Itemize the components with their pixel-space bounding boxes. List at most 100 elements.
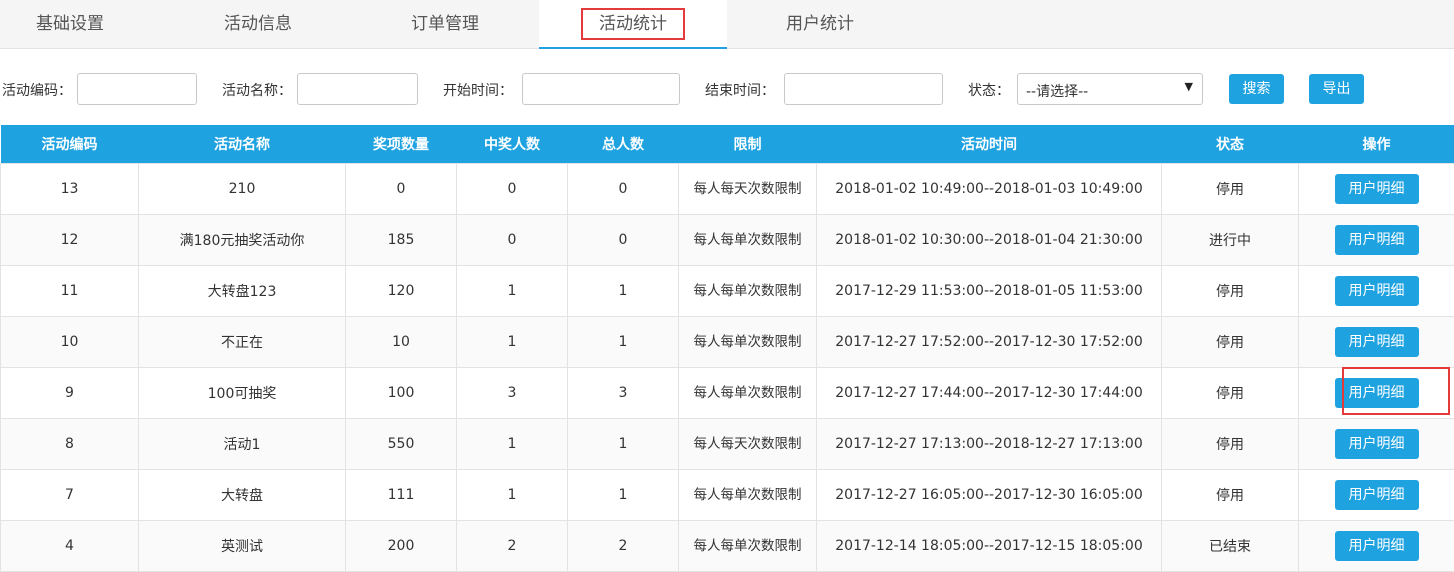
cell-prize-count: 100 <box>346 368 457 419</box>
table-row: 13210000每人每天次数限制2018-01-02 10:49:00--201… <box>1 164 1454 215</box>
tab-user-stats[interactable]: 用户统计 <box>750 0 890 48</box>
table-row: 8活动155011每人每天次数限制2017-12-27 17:13:00--20… <box>1 419 1454 470</box>
cell-actions: 用户明细 <box>1299 368 1454 419</box>
cell-actions: 用户明细 <box>1299 317 1454 368</box>
cell-total-count: 1 <box>568 470 679 521</box>
cell-activity-name: 100可抽奖 <box>139 368 346 419</box>
cell-activity-code: 9 <box>1 368 139 419</box>
cell-prize-count: 185 <box>346 215 457 266</box>
export-button[interactable]: 导出 <box>1309 74 1364 104</box>
cell-actions: 用户明细 <box>1299 470 1454 521</box>
cell-activity-time: 2018-01-02 10:30:00--2018-01-04 21:30:00 <box>817 215 1162 266</box>
cell-limit: 每人每单次数限制 <box>679 368 817 419</box>
user-detail-button[interactable]: 用户明细 <box>1335 225 1419 255</box>
header-total-count: 总人数 <box>568 125 679 164</box>
cell-prize-count: 120 <box>346 266 457 317</box>
cell-activity-name: 210 <box>139 164 346 215</box>
table-header-row: 活动编码 活动名称 奖项数量 中奖人数 总人数 限制 活动时间 状态 操作 <box>1 125 1454 164</box>
cell-actions: 用户明细 <box>1299 266 1454 317</box>
activity-code-input[interactable] <box>77 73 197 105</box>
cell-winner-count: 3 <box>457 368 568 419</box>
cell-status: 停用 <box>1162 419 1299 470</box>
cell-winner-count: 2 <box>457 521 568 572</box>
user-detail-button[interactable]: 用户明细 <box>1335 378 1419 408</box>
tab-label: 用户统计 <box>786 0 854 48</box>
cell-status: 已结束 <box>1162 521 1299 572</box>
cell-activity-code: 4 <box>1 521 139 572</box>
user-detail-button[interactable]: 用户明细 <box>1335 327 1419 357</box>
tab-bar: 基础设置 活动信息 订单管理 活动统计 用户统计 <box>0 0 1454 49</box>
table-row: 12满180元抽奖活动你18500每人每单次数限制2018-01-02 10:3… <box>1 215 1454 266</box>
cell-prize-count: 200 <box>346 521 457 572</box>
cell-status: 停用 <box>1162 317 1299 368</box>
cell-actions: 用户明细 <box>1299 521 1454 572</box>
tab-basic-settings[interactable]: 基础设置 <box>0 0 140 48</box>
tab-activity-info[interactable]: 活动信息 <box>188 0 328 48</box>
cell-status: 停用 <box>1162 470 1299 521</box>
cell-activity-name: 大转盘123 <box>139 266 346 317</box>
search-button[interactable]: 搜索 <box>1229 74 1284 104</box>
cell-limit: 每人每单次数限制 <box>679 470 817 521</box>
cell-activity-time: 2017-12-14 18:05:00--2017-12-15 18:05:00 <box>817 521 1162 572</box>
cell-actions: 用户明细 <box>1299 419 1454 470</box>
cell-activity-name: 英测试 <box>139 521 346 572</box>
cell-status: 停用 <box>1162 266 1299 317</box>
cell-total-count: 1 <box>568 266 679 317</box>
cell-total-count: 1 <box>568 317 679 368</box>
cell-winner-count: 1 <box>457 317 568 368</box>
cell-prize-count: 550 <box>346 419 457 470</box>
cell-limit: 每人每天次数限制 <box>679 164 817 215</box>
cell-total-count: 0 <box>568 215 679 266</box>
cell-limit: 每人每单次数限制 <box>679 521 817 572</box>
header-prize-count: 奖项数量 <box>346 125 457 164</box>
cell-status: 停用 <box>1162 368 1299 419</box>
cell-status: 停用 <box>1162 164 1299 215</box>
tab-order-management[interactable]: 订单管理 <box>375 0 515 48</box>
user-detail-button[interactable]: 用户明细 <box>1335 276 1419 306</box>
table-row: 10不正在1011每人每单次数限制2017-12-27 17:52:00--20… <box>1 317 1454 368</box>
cell-activity-time: 2017-12-27 17:44:00--2017-12-30 17:44:00 <box>817 368 1162 419</box>
user-detail-button[interactable]: 用户明细 <box>1335 531 1419 561</box>
table-row: 4英测试20022每人每单次数限制2017-12-14 18:05:00--20… <box>1 521 1454 572</box>
tab-label: 基础设置 <box>36 0 104 48</box>
cell-prize-count: 10 <box>346 317 457 368</box>
header-activity-code: 活动编码 <box>1 125 139 164</box>
cell-winner-count: 0 <box>457 164 568 215</box>
activity-name-input[interactable] <box>297 73 418 105</box>
cell-total-count: 2 <box>568 521 679 572</box>
cell-activity-code: 8 <box>1 419 139 470</box>
cell-total-count: 1 <box>568 419 679 470</box>
cell-total-count: 0 <box>568 164 679 215</box>
status-select[interactable]: --请选择-- ▼ <box>1017 73 1203 105</box>
user-detail-button[interactable]: 用户明细 <box>1335 429 1419 459</box>
cell-actions: 用户明细 <box>1299 215 1454 266</box>
cell-activity-time: 2017-12-29 11:53:00--2018-01-05 11:53:00 <box>817 266 1162 317</box>
dropdown-arrow-icon: ▼ <box>1185 80 1193 93</box>
cell-prize-count: 0 <box>346 164 457 215</box>
cell-activity-code: 13 <box>1 164 139 215</box>
tab-label: 活动统计 <box>581 8 685 40</box>
tab-activity-stats[interactable]: 活动统计 <box>539 0 727 49</box>
start-time-input[interactable] <box>522 73 680 105</box>
header-limit: 限制 <box>679 125 817 164</box>
table-row: 7大转盘11111每人每单次数限制2017-12-27 16:05:00--20… <box>1 470 1454 521</box>
cell-activity-code: 7 <box>1 470 139 521</box>
tab-label: 订单管理 <box>411 0 479 48</box>
cell-activity-time: 2017-12-27 17:52:00--2017-12-30 17:52:00 <box>817 317 1162 368</box>
cell-status: 进行中 <box>1162 215 1299 266</box>
cell-activity-code: 10 <box>1 317 139 368</box>
cell-activity-time: 2017-12-27 16:05:00--2017-12-30 16:05:00 <box>817 470 1162 521</box>
header-actions: 操作 <box>1299 125 1454 164</box>
cell-activity-name: 大转盘 <box>139 470 346 521</box>
header-status: 状态 <box>1162 125 1299 164</box>
cell-limit: 每人每单次数限制 <box>679 317 817 368</box>
end-time-input[interactable] <box>784 73 943 105</box>
user-detail-button[interactable]: 用户明细 <box>1335 174 1419 204</box>
cell-activity-time: 2018-01-02 10:49:00--2018-01-03 10:49:00 <box>817 164 1162 215</box>
cell-activity-time: 2017-12-27 17:13:00--2018-12-27 17:13:00 <box>817 419 1162 470</box>
header-activity-name: 活动名称 <box>139 125 346 164</box>
cell-winner-count: 1 <box>457 470 568 521</box>
user-detail-button[interactable]: 用户明细 <box>1335 480 1419 510</box>
tab-label: 活动信息 <box>224 0 292 48</box>
cell-winner-count: 1 <box>457 266 568 317</box>
